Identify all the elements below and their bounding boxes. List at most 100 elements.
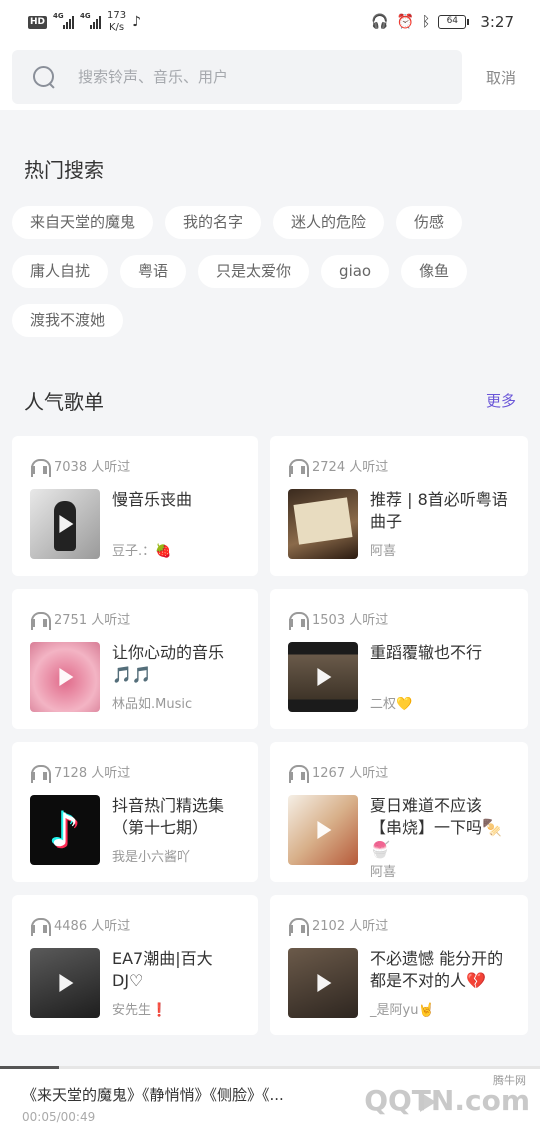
playlist-card[interactable]: 1503 人听过 重蹈覆辙也不行 二权💛 bbox=[270, 589, 528, 729]
hot-tag[interactable]: giao bbox=[321, 255, 390, 288]
listen-count-text: 1503 人听过 bbox=[312, 613, 389, 628]
headphone-icon bbox=[30, 917, 51, 936]
search-bar: 取消 bbox=[0, 44, 540, 110]
listen-count-text: 7038 人听过 bbox=[54, 460, 131, 475]
listen-count: 1503 人听过 bbox=[288, 609, 510, 630]
playlist-card[interactable]: 2751 人听过 让你心动的音乐🎵🎵 林品如.Music bbox=[12, 589, 258, 729]
progress-bar[interactable] bbox=[0, 1066, 540, 1069]
listen-count-text: 2724 人听过 bbox=[312, 460, 389, 475]
hot-search-title: 热门搜索 bbox=[24, 158, 104, 182]
status-bar: HD 4G 4G 173 K/s ♪ 🎧 ⏰ ᛒ 64 3:27 bbox=[0, 0, 540, 44]
listen-count-text: 4486 人听过 bbox=[54, 919, 131, 934]
listen-count: 2751 人听过 bbox=[30, 609, 240, 630]
listen-count: 7038 人听过 bbox=[30, 456, 240, 477]
signal-icon-2: 4G bbox=[80, 12, 102, 29]
headphone-icon bbox=[30, 611, 51, 630]
hot-tag[interactable]: 渡我不渡她 bbox=[12, 304, 124, 337]
hot-tag[interactable]: 伤感 bbox=[396, 206, 463, 239]
playlist-author: 我是小六酱吖 bbox=[112, 850, 191, 865]
search-icon bbox=[32, 65, 56, 89]
bluetooth-icon: ᛒ bbox=[421, 14, 431, 30]
playlist-cover[interactable] bbox=[30, 948, 100, 1018]
net-speed-value: 173 bbox=[107, 10, 127, 21]
playlist-cover[interactable] bbox=[288, 642, 358, 712]
tiktok-logo-icon: ♪ bbox=[50, 803, 80, 857]
playlist-title: 夏日难道不应该【串烧】一下吗🍢🍧 bbox=[370, 796, 502, 859]
cancel-button[interactable]: 取消 bbox=[486, 67, 516, 88]
listen-count: 2724 人听过 bbox=[288, 456, 510, 477]
playlist-title: 不必遗憾 能分开的都是不对的人💔 bbox=[370, 949, 504, 990]
search-box[interactable] bbox=[12, 50, 462, 104]
hd-badge: HD bbox=[28, 15, 48, 29]
playlist-author: 豆子.：🍓 bbox=[112, 544, 172, 559]
playlist-author: 二权💛 bbox=[370, 697, 413, 712]
listen-count: 4486 人听过 bbox=[30, 915, 240, 936]
playlist-title: 让你心动的音乐🎵🎵 bbox=[112, 643, 225, 684]
hot-tag[interactable]: 来自天堂的魔鬼 bbox=[12, 206, 154, 239]
tiktok-notification-icon: ♪ bbox=[132, 14, 142, 30]
playlist-card[interactable]: 2102 人听过 不必遗憾 能分开的都是不对的人💔 _是阿yu🤘 bbox=[270, 895, 528, 1035]
hot-tag[interactable]: 迷人的危险 bbox=[273, 206, 385, 239]
hot-tag[interactable]: 像鱼 bbox=[401, 255, 468, 288]
playlist-title: EA7潮曲|百大DJ♡ bbox=[112, 949, 213, 990]
play-icon bbox=[59, 668, 74, 686]
signal-icon: 4G bbox=[53, 12, 75, 29]
playlist-cover[interactable] bbox=[30, 642, 100, 712]
play-icon bbox=[317, 974, 332, 992]
alarm-icon: ⏰ bbox=[396, 14, 414, 30]
hot-search-tags: 来自天堂的魔鬼 我的名字 迷人的危险 伤感 庸人自扰 粤语 只是太爱你 giao… bbox=[12, 206, 532, 337]
playlist-grid: 7038 人听过 慢音乐丧曲 豆子.：🍓 2724 人听过 推荐 | 8首必听粤… bbox=[12, 436, 528, 1035]
playlist-cover[interactable] bbox=[30, 489, 100, 559]
hot-tag[interactable]: 庸人自扰 bbox=[12, 255, 109, 288]
now-playing-title: 《来天堂的魔鬼》《静悄悄》《侧脸》《... bbox=[22, 1086, 284, 1104]
playlist-title: 推荐 | 8首必听粤语曲子 bbox=[370, 490, 508, 531]
net-speed-unit: K/s bbox=[108, 22, 125, 33]
playlist-card[interactable]: 7128 人听过 ♪ 抖音热门精选集（第十七期） 我是小六酱吖 bbox=[12, 742, 258, 882]
headphone-icon bbox=[288, 764, 309, 783]
listen-count: 1267 人听过 bbox=[288, 762, 510, 783]
playlist-card[interactable]: 7038 人听过 慢音乐丧曲 豆子.：🍓 bbox=[12, 436, 258, 576]
headphone-icon bbox=[288, 917, 309, 936]
battery-icon: 64 bbox=[438, 15, 470, 29]
playlist-card[interactable]: 1267 人听过 夏日难道不应该【串烧】一下吗🍢🍧 阿喜 bbox=[270, 742, 528, 882]
headphone-icon bbox=[288, 611, 309, 630]
playlist-author: 林品如.Music bbox=[112, 697, 193, 712]
playlist-cover[interactable]: ♪ bbox=[30, 795, 100, 865]
playlist-card[interactable]: 4486 人听过 EA7潮曲|百大DJ♡ 安先生❗ bbox=[12, 895, 258, 1035]
listen-count-text: 2751 人听过 bbox=[54, 613, 131, 628]
hot-tag[interactable]: 只是太爱你 bbox=[198, 255, 310, 288]
play-icon bbox=[317, 821, 332, 839]
playlist-author: _是阿yu🤘 bbox=[370, 1003, 435, 1018]
headset-icon: 🎧 bbox=[371, 14, 389, 30]
playlist-title: 慢音乐丧曲 bbox=[112, 490, 193, 509]
listen-count: 7128 人听过 bbox=[30, 762, 240, 783]
listen-count: 2102 人听过 bbox=[288, 915, 510, 936]
playlist-title: 抖音热门精选集（第十七期） bbox=[112, 796, 225, 837]
listen-count-text: 7128 人听过 bbox=[54, 766, 131, 781]
playlist-cover[interactable] bbox=[288, 948, 358, 1018]
progress-fill bbox=[0, 1066, 60, 1069]
playlists-title: 人气歌单 bbox=[24, 390, 104, 414]
clock: 3:27 bbox=[480, 13, 514, 31]
playlist-card[interactable]: 2724 人听过 推荐 | 8首必听粤语曲子 阿喜 bbox=[270, 436, 528, 576]
play-icon bbox=[59, 974, 74, 992]
playlist-author: 阿喜 bbox=[370, 865, 397, 880]
listen-count-text: 1267 人听过 bbox=[312, 766, 389, 781]
hot-tag[interactable]: 粤语 bbox=[120, 255, 187, 288]
headphone-icon bbox=[30, 764, 51, 783]
now-playing-time: 00:05/00:49 bbox=[22, 1110, 96, 1124]
playlist-author: 阿喜 bbox=[370, 544, 397, 559]
playlist-cover[interactable] bbox=[288, 489, 358, 559]
more-link[interactable]: 更多 bbox=[486, 390, 516, 411]
net-speed: 173 K/s bbox=[107, 10, 126, 34]
play-icon bbox=[59, 515, 74, 533]
search-input[interactable] bbox=[78, 68, 418, 86]
now-playing-bar[interactable]: 《来天堂的魔鬼》《静悄悄》《侧脸》《... 00:05/00:49 腾牛网 QQ… bbox=[0, 1066, 540, 1140]
playlist-cover[interactable] bbox=[288, 795, 358, 865]
hot-tag[interactable]: 我的名字 bbox=[165, 206, 262, 239]
playlist-author: 安先生❗ bbox=[112, 1003, 168, 1018]
play-icon bbox=[317, 668, 332, 686]
headphone-icon bbox=[288, 458, 309, 477]
watermark-logo: QQTN.com bbox=[364, 1084, 530, 1117]
playlist-title: 重蹈覆辙也不行 bbox=[370, 643, 483, 662]
